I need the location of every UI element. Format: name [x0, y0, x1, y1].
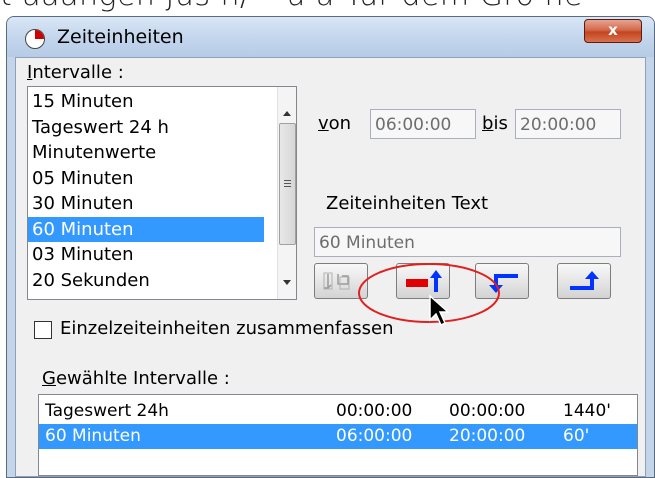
zeiteinheiten-text-label: Zeiteinheiten Text [326, 193, 489, 214]
split-button[interactable] [314, 263, 368, 299]
intervals-label: Intervalle : [27, 62, 124, 83]
selected-interval-row[interactable]: 60 Minuten 06:00:00 20:00:00 60' [39, 424, 637, 449]
bis-label: bis [482, 113, 508, 134]
combine-checkbox[interactable] [34, 321, 52, 339]
selected-interval-row[interactable]: Tageswert 24h 00:00:00 00:00:00 1440' [39, 399, 637, 424]
interval-list-item[interactable]: 03 Minuten [28, 242, 264, 268]
move-right-up-icon [570, 271, 599, 290]
selected-interval-end: 00:00:00 [449, 401, 526, 421]
interval-list-item[interactable]: 30 Minuten [28, 191, 264, 217]
intervals-scrollbar[interactable] [277, 87, 296, 299]
title-bar[interactable]: Zeiteinheiten x [7, 17, 654, 57]
interval-list-item[interactable]: 05 Minuten [28, 166, 264, 192]
intervals-listbox[interactable]: 15 Minuten Tageswert 24 h Minutenwerte 05 M… [27, 86, 297, 300]
bis-time-field[interactable]: 20:00:00 [515, 109, 621, 139]
selected-interval-start: 00:00:00 [336, 401, 413, 421]
close-button[interactable]: x [584, 19, 642, 43]
selected-interval-minutes: 60' [563, 426, 590, 446]
combine-checkbox-label: Einzelzeiteinheiten zusammenfassen [60, 318, 394, 339]
von-time-field[interactable]: 06:00:00 [370, 109, 476, 139]
selected-intervals-label: Gewählte Intervalle : [42, 368, 230, 389]
interval-list-item[interactable]: 15 Minuten [28, 89, 264, 115]
window-title: Zeiteinheiten [57, 26, 184, 48]
move-right-up-button[interactable] [557, 263, 611, 299]
selected-interval-end: 20:00:00 [449, 426, 526, 446]
page-caption-fragment: t aaängen Jus n/ ^u ä Tür dem Grö he [0, 0, 655, 16]
interval-list-item[interactable]: 60 Minuten [28, 216, 264, 242]
interval-list-item[interactable]: Tageswert 24 h [28, 115, 264, 141]
interval-list-item[interactable]: Minutenwerte [28, 140, 264, 166]
move-left-icon [489, 274, 518, 293]
zeiteinheiten-text-field[interactable]: 60 Minuten [314, 227, 621, 257]
von-label: von [318, 113, 352, 134]
split-icon [323, 272, 350, 290]
scroll-thumb[interactable] [279, 123, 296, 245]
mouse-cursor-icon [429, 294, 450, 327]
interval-list-item[interactable]: 20 Sekunden [28, 268, 264, 294]
pie-chart-icon [25, 29, 45, 49]
selected-interval-start: 06:00:00 [336, 426, 413, 446]
scroll-down-icon[interactable] [283, 280, 291, 285]
move-left-button[interactable] [475, 263, 529, 299]
selected-intervals-listview[interactable]: Tageswert 24h 00:00:00 00:00:00 1440' 60 Min… [38, 394, 638, 476]
selected-interval-name: 60 Minuten [45, 426, 141, 446]
scroll-up-icon[interactable] [283, 111, 291, 116]
selected-interval-name: Tageswert 24h [45, 401, 169, 421]
selected-interval-minutes: 1440' [563, 401, 611, 421]
